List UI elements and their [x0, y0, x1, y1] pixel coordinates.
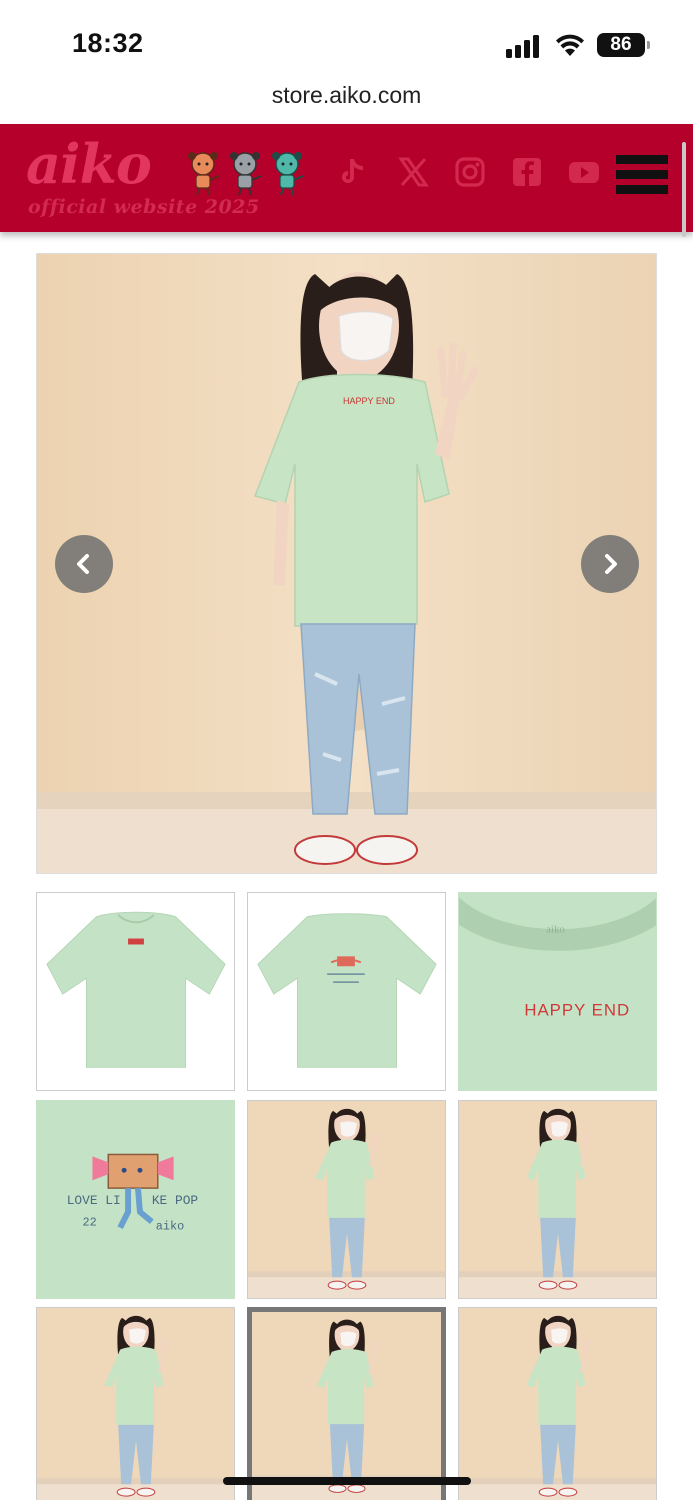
gallery-next-button[interactable] [581, 535, 639, 593]
svg-text:LOVE LI: LOVE LI [67, 1193, 121, 1208]
thumbnail-model-photo-2[interactable] [458, 1100, 657, 1299]
mascot-orange [188, 152, 220, 196]
svg-text:HAPPY END: HAPPY END [343, 396, 395, 406]
mascot-teal [272, 152, 304, 196]
youtube-icon[interactable] [564, 152, 604, 192]
model-photo: HAPPY END [37, 254, 656, 873]
hamburger-menu-icon[interactable] [616, 155, 668, 197]
chevron-right-icon [605, 554, 617, 574]
chevron-left-icon [77, 554, 89, 574]
thumbnail-back-print[interactable]: LOVE LI KE POP 22 aiko [36, 1100, 235, 1299]
gallery-prev-button[interactable] [55, 535, 113, 593]
mascot-illustration [186, 150, 306, 198]
home-indicator [223, 1477, 471, 1485]
site-logo[interactable]: aiko [26, 132, 152, 196]
url-bar[interactable]: store.aiko.com [0, 82, 693, 109]
scrollbar[interactable] [682, 142, 686, 237]
svg-text:22: 22 [83, 1216, 97, 1230]
status-time: 18:32 [72, 28, 144, 58]
thumbnail-tshirt-front[interactable] [36, 892, 235, 1091]
thumbnail-model-photo-5[interactable] [458, 1307, 657, 1500]
site-subtitle: official website 2025 [28, 196, 260, 218]
battery-indicator: 86 [597, 33, 650, 57]
svg-text:aiko: aiko [156, 1220, 184, 1234]
status-bar: 18:32 86 [0, 0, 693, 80]
svg-text:HAPPY END: HAPPY END [524, 1001, 630, 1020]
site-header: aiko official website 2025 [0, 124, 693, 232]
facebook-icon[interactable] [507, 152, 547, 192]
tiktok-icon[interactable] [332, 152, 372, 192]
thumbnail-model-photo-4[interactable] [247, 1307, 446, 1500]
x-icon[interactable] [393, 152, 433, 192]
thumbnail-model-photo-1[interactable] [247, 1100, 446, 1299]
svg-text:KE POP: KE POP [152, 1193, 199, 1208]
mascot-grey [230, 152, 262, 196]
main-product-image[interactable]: HAPPY END [36, 253, 657, 874]
svg-text:aiko: aiko [546, 924, 565, 936]
thumbnail-model-photo-3[interactable] [36, 1307, 235, 1500]
thumbnail-collar-print[interactable]: aiko HAPPY END [458, 892, 657, 1091]
wifi-icon [554, 32, 586, 58]
instagram-icon[interactable] [450, 152, 490, 192]
thumbnail-tshirt-back[interactable] [247, 892, 446, 1091]
cellular-signal-icon [506, 34, 542, 58]
